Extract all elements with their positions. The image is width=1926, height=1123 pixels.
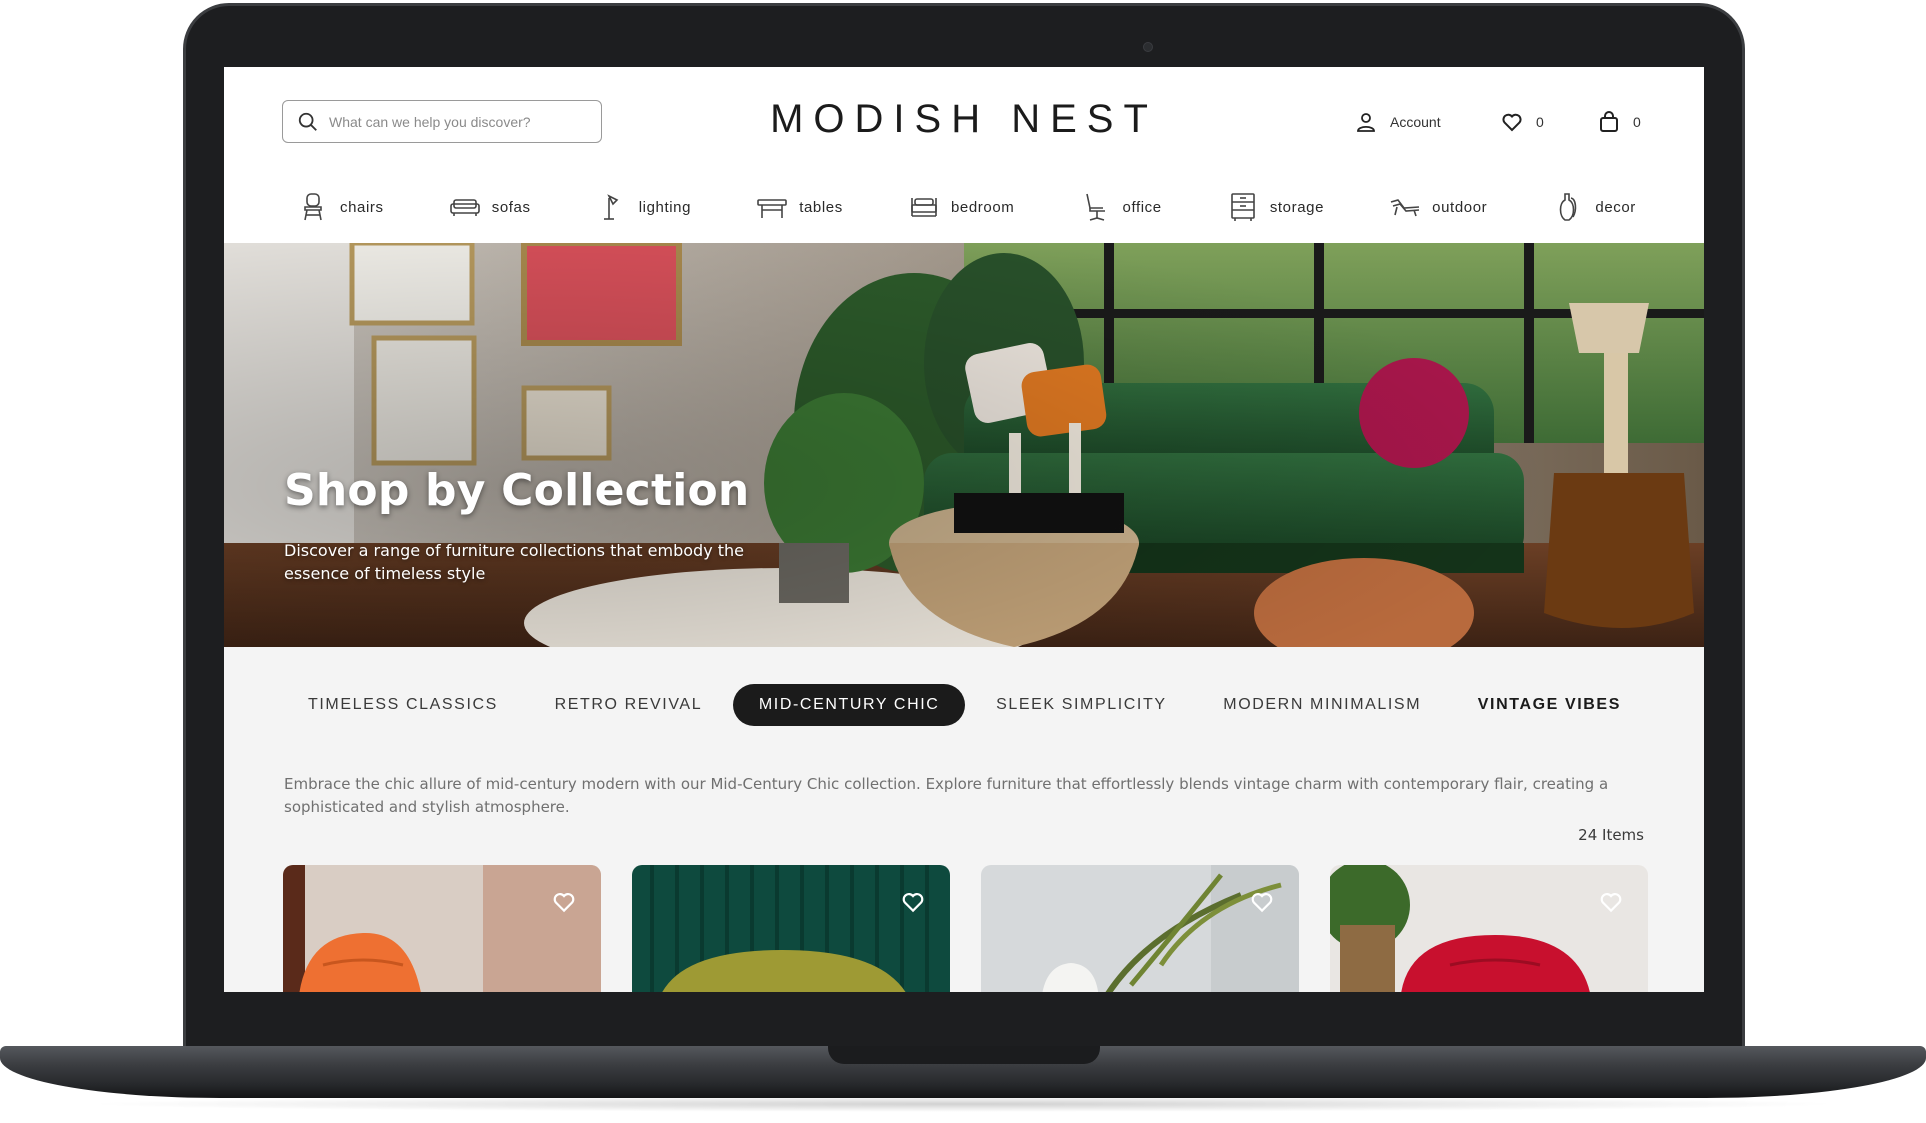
heart-icon[interactable] — [551, 889, 577, 915]
category-label: chairs — [340, 198, 384, 216]
lounger-icon — [1390, 199, 1420, 217]
tab-mid-century-chic[interactable]: MID-CENTURY CHIC — [732, 684, 966, 726]
heart-icon[interactable] — [900, 889, 926, 915]
bed-icon — [911, 198, 937, 217]
collection-description: Embrace the chic allure of mid-century m… — [284, 775, 1609, 816]
site-logo[interactable]: MODISH NEST — [744, 97, 1184, 142]
category-label: storage — [1269, 198, 1325, 216]
wishlist-link[interactable]: 0 — [1500, 110, 1544, 134]
product-card[interactable] — [981, 865, 1299, 992]
vase-icon — [1560, 193, 1577, 221]
living-room-photo — [224, 243, 1704, 647]
laptop-hinge-notch — [828, 1046, 1100, 1064]
category-label: sofas — [491, 198, 531, 216]
office-chair-icon — [1085, 193, 1105, 221]
category-label: decor — [1595, 198, 1636, 216]
tab-modern-minimalism[interactable]: MODERN MINIMALISM — [1197, 684, 1447, 726]
cabinet-icon — [1231, 193, 1255, 221]
cart-link[interactable]: 0 — [1597, 110, 1641, 134]
category-bedroom[interactable]: bedroom — [907, 190, 1014, 224]
category-tables[interactable]: tables — [755, 190, 843, 224]
search-box[interactable] — [282, 100, 602, 143]
heart-icon[interactable] — [1249, 889, 1275, 915]
category-label: bedroom — [950, 198, 1015, 216]
tab-vintage-vibes[interactable]: VINTAGE VIBES — [1452, 684, 1647, 726]
cart-count: 0 — [1633, 114, 1641, 130]
tab-sleek-simplicity[interactable]: SLEEK SIMPLICITY — [970, 684, 1193, 726]
category-chairs[interactable]: chairs — [296, 190, 384, 224]
user-icon — [1357, 113, 1375, 132]
hero-subtitle: Discover a range of furniture collection… — [284, 541, 745, 583]
heart-icon — [1502, 113, 1522, 132]
product-image-orange-chair — [283, 865, 601, 992]
product-grid — [283, 865, 1648, 992]
webcam — [1143, 42, 1153, 52]
category-sofas[interactable]: sofas — [448, 190, 531, 224]
product-card[interactable] — [632, 865, 950, 992]
category-nav: chairs sofas lighting tables bedroom off… — [296, 187, 1636, 227]
account-label: Account — [1390, 114, 1441, 130]
category-storage[interactable]: storage — [1226, 190, 1324, 224]
wishlist-count: 0 — [1536, 114, 1544, 130]
item-count: 24 Items — [1578, 826, 1644, 844]
product-card[interactable] — [283, 865, 601, 992]
product-card[interactable] — [1330, 865, 1648, 992]
category-outdoor[interactable]: outdoor — [1388, 190, 1487, 224]
browser-screen: MODISH NEST Account 0 0 chairs sofas l — [224, 67, 1704, 992]
sofa-icon — [449, 199, 480, 216]
category-label: office — [1122, 198, 1162, 216]
category-decor[interactable]: decor — [1551, 190, 1636, 224]
tab-retro-revival[interactable]: RETRO REVIVAL — [529, 684, 729, 726]
hero-banner: Shop by Collection Discover a range of f… — [224, 243, 1704, 647]
category-office[interactable]: office — [1079, 190, 1162, 224]
laptop-shadow — [80, 1096, 1846, 1112]
product-image-red-cushion — [1330, 865, 1648, 992]
category-label: outdoor — [1432, 198, 1488, 216]
table-icon — [757, 199, 788, 218]
search-icon — [298, 112, 317, 131]
product-image-olive-sofa — [632, 865, 950, 992]
search-input[interactable] — [329, 113, 589, 130]
tab-timeless-classics[interactable]: TIMELESS CLASSICS — [282, 684, 524, 726]
category-label: lighting — [638, 198, 692, 216]
category-lighting[interactable]: lighting — [595, 190, 691, 224]
site-header: MODISH NEST Account 0 0 chairs sofas l — [224, 67, 1704, 243]
product-image-white-chair — [981, 865, 1299, 992]
lamp-icon — [603, 194, 619, 220]
account-link[interactable]: Account — [1354, 110, 1441, 134]
heart-icon[interactable] — [1598, 889, 1624, 915]
category-label: tables — [799, 198, 843, 216]
chair-icon — [304, 193, 322, 221]
shopping-bag-icon — [1600, 111, 1618, 132]
hero-title: Shop by Collection — [284, 465, 750, 516]
collection-tabs: TIMELESS CLASSICS RETRO REVIVAL MID-CENT… — [282, 682, 1647, 728]
